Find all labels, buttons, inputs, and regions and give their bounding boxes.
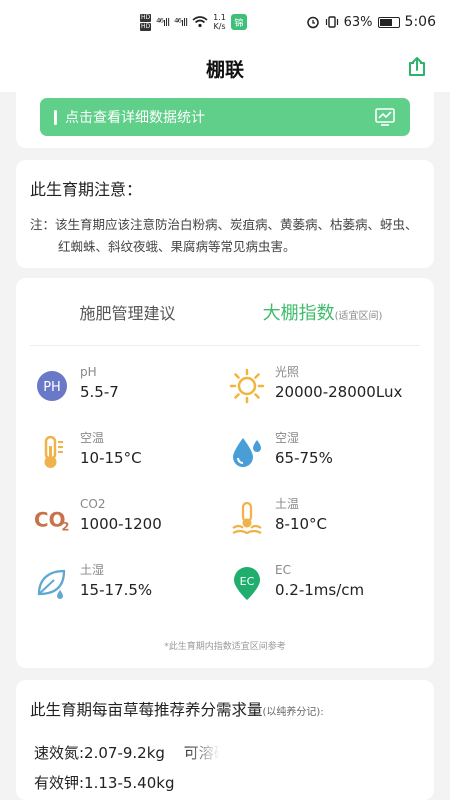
index-grid: PH pH 5.5-7 光照 20000-28000Lux 空温 10-15°C [30,346,420,628]
index-label: 空湿 [275,431,300,445]
ph-icon: PH [34,368,70,404]
ec-icon: EC [229,566,265,602]
index-label: pH [80,365,97,379]
index-air-temp: 空温 10-15°C [30,430,225,496]
index-soil-humidity: 土湿 15-17.5% [30,562,225,628]
hd-badge: HD [140,22,152,31]
svg-text:2: 2 [61,519,69,533]
index-value: 1000-1200 [80,515,162,533]
signal-icon: ⁴⁶ıll [156,15,170,29]
view-stats-label: 点击查看详细数据统计 [65,110,205,126]
notice-title: 此生育期注意： [30,180,143,199]
index-value: 0.2-1ms/cm [275,581,365,599]
index-value: 65-75% [275,449,333,467]
nutrient-title-text: 此生育期每亩草莓推荐养分需求量 [30,701,263,719]
nutrient-values: 速效氮:2.07-9.2kg 可溶磷:C 有效钾:1.13-5.40kg [30,738,420,798]
nutrient-title: 此生育期每亩草莓推荐养分需求量(以纯养分记): [30,698,420,720]
index-soil-temp: 土温 8-10°C [225,496,420,562]
nutrient-phosphorus: 可溶磷:C [183,744,245,762]
svg-text:EC: EC [240,575,255,588]
co2-icon: CO 2 [34,500,70,536]
status-bar: HD HD ⁴⁶ıll ⁴⁶ıll 1.1 K/s 锦 63% 5:06 [0,0,450,44]
growth-notice-card: 此生育期注意： 注：该生育期应该注意防治白粉病、炭疽病、黄萎病、枯萎病、蚜虫、红… [16,160,434,268]
soil-temp-icon [229,500,265,536]
sun-icon [229,368,265,404]
nutrient-potassium: 有效钾:1.13-5.40kg [34,774,175,792]
clock: 5:06 [404,14,436,30]
index-label: CO2 [80,497,106,511]
tab-fertilizer-label: 施肥管理建议 [79,303,176,323]
net-speed: 1.1 K/s [213,13,226,31]
battery-percent: 63% [343,14,373,30]
tab-greenhouse-label: 大棚指数 [262,302,335,324]
index-co2: CO 2 CO2 1000-1200 [30,496,225,562]
index-value: 20000-28000Lux [275,383,403,401]
index-ec: EC EC 0.2-1ms/cm [225,562,420,628]
index-label: 土湿 [80,563,105,577]
nutrient-card: 此生育期每亩草莓推荐养分需求量(以纯养分记): 速效氮:2.07-9.2kg 可… [16,680,434,800]
index-label: 空温 [80,431,105,445]
wifi-icon [192,16,208,28]
index-ph: PH pH 5.5-7 [30,364,225,430]
index-air-humidity: 空湿 65-75% [225,430,420,496]
index-footnote: *此生育期内指数适宜区间参考 [164,642,286,652]
hd-badge: HD [140,13,152,22]
battery-icon [377,16,400,28]
view-stats-button[interactable]: 点击查看详细数据统计 [40,98,410,136]
app-header: 棚联 [0,44,450,92]
index-value: 5.5-7 [80,383,119,401]
index-value: 8-10°C [275,515,328,533]
app-badge: 锦 [230,14,247,30]
nutrient-title-suffix: (以纯养分记): [262,707,324,718]
content: 点击查看详细数据统计 此生育期注意： 注：该生育期应该注意防治白粉病、炭疽病、黄… [0,92,450,800]
leaf-drop-icon [34,566,70,602]
index-card: 施肥管理建议 大棚指数(适宜区间) PH pH 5.5-7 光照 20000-280… [16,278,434,668]
thermometer-icon [34,434,70,470]
tab-fertilizer[interactable]: 施肥管理建议 [30,300,225,324]
share-icon[interactable] [406,56,428,78]
index-value: 10-15°C [80,449,142,467]
index-label: 光照 [275,365,300,379]
index-light: 光照 20000-28000Lux [225,364,420,430]
index-value: 15-17.5% [80,581,153,599]
alarm-icon [306,16,319,29]
water-drop-icon [229,434,265,470]
index-label: 土温 [275,497,300,511]
tab-greenhouse-index[interactable]: 大棚指数(适宜区间) [225,299,420,325]
tab-greenhouse-suffix: (适宜区间) [334,310,383,322]
signal-icon: ⁴⁶ıll [174,15,188,29]
vibrate-icon [325,16,338,28]
chart-icon [375,108,395,126]
nutrient-nitrogen: 速效氮:2.07-9.2kg [34,744,165,762]
tab-bar: 施肥管理建议 大棚指数(适宜区间) [30,278,420,346]
index-label: EC [275,563,291,577]
page-title: 棚联 [205,58,244,81]
accent-bar [54,109,57,125]
stats-card: 点击查看详细数据统计 [16,92,434,148]
svg-text:PH: PH [43,380,61,395]
notice-text: 注：该生育期应该注意防治白粉病、炭疽病、黄萎病、枯萎病、蚜虫、红蜘蛛、斜纹夜蛾、… [30,217,418,254]
